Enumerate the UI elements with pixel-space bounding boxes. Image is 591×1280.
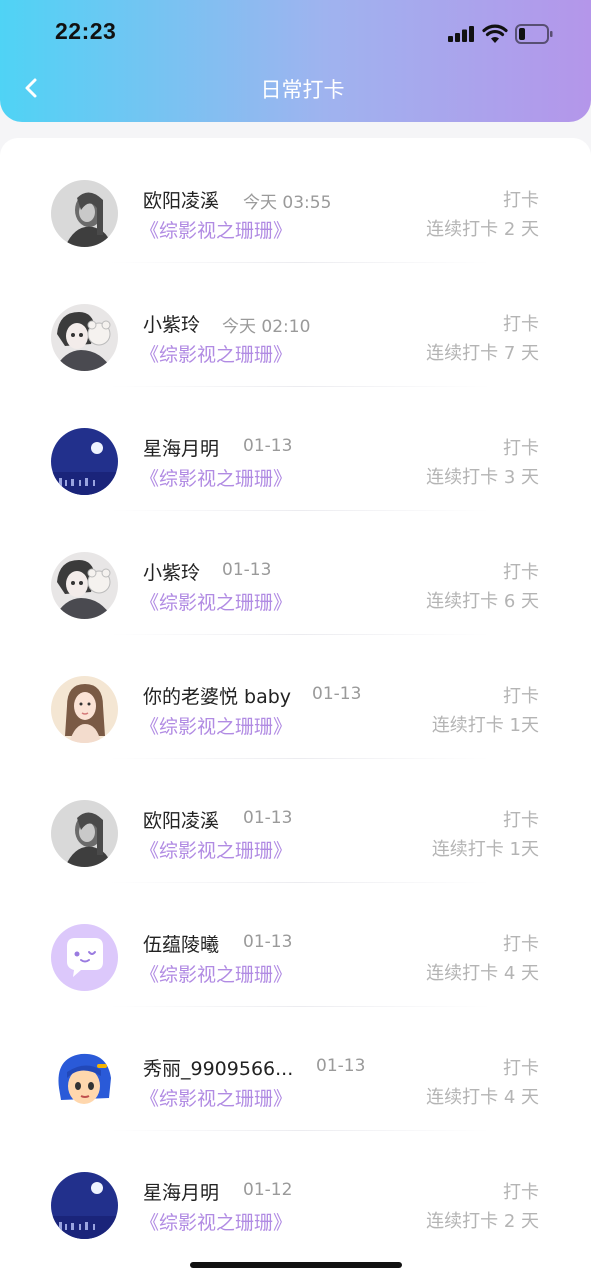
wifi-icon: [482, 24, 508, 43]
book-title[interactable]: 《综影视之珊珊》: [140, 216, 292, 243]
checkin-time: 01-12: [243, 1180, 293, 1200]
checkin-time: 01-13: [316, 1056, 366, 1076]
checkin-label: 打卡: [503, 1058, 539, 1079]
checkin-time: 01-13: [243, 808, 293, 828]
checkin-label: 打卡: [503, 314, 539, 335]
checkin-time: 今天 03:55: [243, 193, 332, 213]
list-item[interactable]: 你的老婆悦 baby 01-13 《综影视之珊珊》 打卡 连续打卡 1天: [0, 634, 591, 759]
checkin-time: 01-13: [312, 684, 362, 704]
home-indicator[interactable]: [190, 1262, 402, 1268]
user-name: 伍蕴陵曦: [143, 934, 220, 956]
book-title[interactable]: 《综影视之珊珊》: [140, 960, 292, 987]
checkin-label: 打卡: [503, 190, 539, 211]
user-name: 星海月明: [143, 438, 220, 460]
book-title[interactable]: 《综影视之珊珊》: [140, 588, 292, 615]
checkin-time: 01-13: [243, 932, 293, 952]
avatar[interactable]: [51, 1172, 118, 1239]
user-name: 秀丽_9909566...: [143, 1058, 294, 1080]
avatar[interactable]: [51, 552, 118, 619]
book-title[interactable]: 《综影视之珊珊》: [140, 1084, 292, 1111]
avatar[interactable]: [51, 304, 118, 371]
list-item[interactable]: 秀丽_9909566... 01-13 《综影视之珊珊》 打卡 连续打卡 4 天: [0, 1006, 591, 1131]
avatar[interactable]: [51, 676, 118, 743]
checkin-label: 打卡: [503, 934, 539, 955]
checkin-time: 01-13: [222, 560, 272, 580]
user-name: 欧阳凌溪: [143, 190, 220, 212]
book-title[interactable]: 《综影视之珊珊》: [140, 712, 292, 739]
battery-icon: [515, 24, 553, 44]
checkin-list: 欧阳凌溪 今天 03:55 《综影视之珊珊》 打卡 连续打卡 2 天 小紫玲 今…: [0, 138, 591, 1280]
streak-count: 连续打卡 2 天: [426, 1211, 539, 1232]
list-item[interactable]: 欧阳凌溪 今天 03:55 《综影视之珊珊》 打卡 连续打卡 2 天: [0, 138, 591, 263]
list-item[interactable]: 伍蕴陵曦 01-13 《综影视之珊珊》 打卡 连续打卡 4 天: [0, 882, 591, 1007]
streak-count: 连续打卡 6 天: [426, 591, 539, 612]
list-item[interactable]: 星海月明 01-12 《综影视之珊珊》 打卡 连续打卡 2 天: [0, 1130, 591, 1254]
streak-count: 连续打卡 4 天: [426, 1087, 539, 1108]
user-name: 欧阳凌溪: [143, 810, 220, 832]
header-bar: 22:23 日常打卡: [0, 0, 591, 122]
checkin-label: 打卡: [503, 810, 539, 831]
checkin-label: 打卡: [503, 1182, 539, 1203]
checkin-label: 打卡: [503, 686, 539, 707]
status-bar: 22:23: [0, 0, 591, 68]
book-title[interactable]: 《综影视之珊珊》: [140, 340, 292, 367]
avatar[interactable]: [51, 800, 118, 867]
list-item[interactable]: 星海月明 01-13 《综影视之珊珊》 打卡 连续打卡 3 天: [0, 386, 591, 511]
avatar[interactable]: [51, 180, 118, 247]
user-name: 小紫玲: [143, 562, 201, 584]
streak-count: 连续打卡 3 天: [426, 467, 539, 488]
list-item[interactable]: 小紫玲 今天 02:10 《综影视之珊珊》 打卡 连续打卡 7 天: [0, 262, 591, 387]
streak-count: 连续打卡 1天: [431, 715, 539, 736]
status-time: 22:23: [55, 18, 117, 44]
page-title: 日常打卡: [260, 78, 345, 102]
book-title[interactable]: 《综影视之珊珊》: [140, 1208, 292, 1235]
streak-count: 连续打卡 1天: [431, 839, 539, 860]
user-name: 你的老婆悦 baby: [143, 686, 292, 708]
user-name: 小紫玲: [143, 314, 201, 336]
list-item[interactable]: 欧阳凌溪 01-13 《综影视之珊珊》 打卡 连续打卡 1天: [0, 758, 591, 883]
checkin-label: 打卡: [503, 438, 539, 459]
checkin-label: 打卡: [503, 562, 539, 583]
checkin-time: 今天 02:10: [222, 317, 311, 337]
avatar[interactable]: [51, 1048, 118, 1115]
list-item[interactable]: 小紫玲 01-13 《综影视之珊珊》 打卡 连续打卡 6 天: [0, 510, 591, 635]
streak-count: 连续打卡 7 天: [426, 343, 539, 364]
streak-count: 连续打卡 2 天: [426, 219, 539, 240]
streak-count: 连续打卡 4 天: [426, 963, 539, 984]
checkin-time: 01-13: [243, 436, 293, 456]
book-title[interactable]: 《综影视之珊珊》: [140, 464, 292, 491]
user-name: 星海月明: [143, 1182, 220, 1204]
avatar[interactable]: [51, 924, 118, 991]
book-title[interactable]: 《综影视之珊珊》: [140, 836, 292, 863]
cellular-signal-icon: [448, 26, 474, 42]
avatar[interactable]: [51, 428, 118, 495]
